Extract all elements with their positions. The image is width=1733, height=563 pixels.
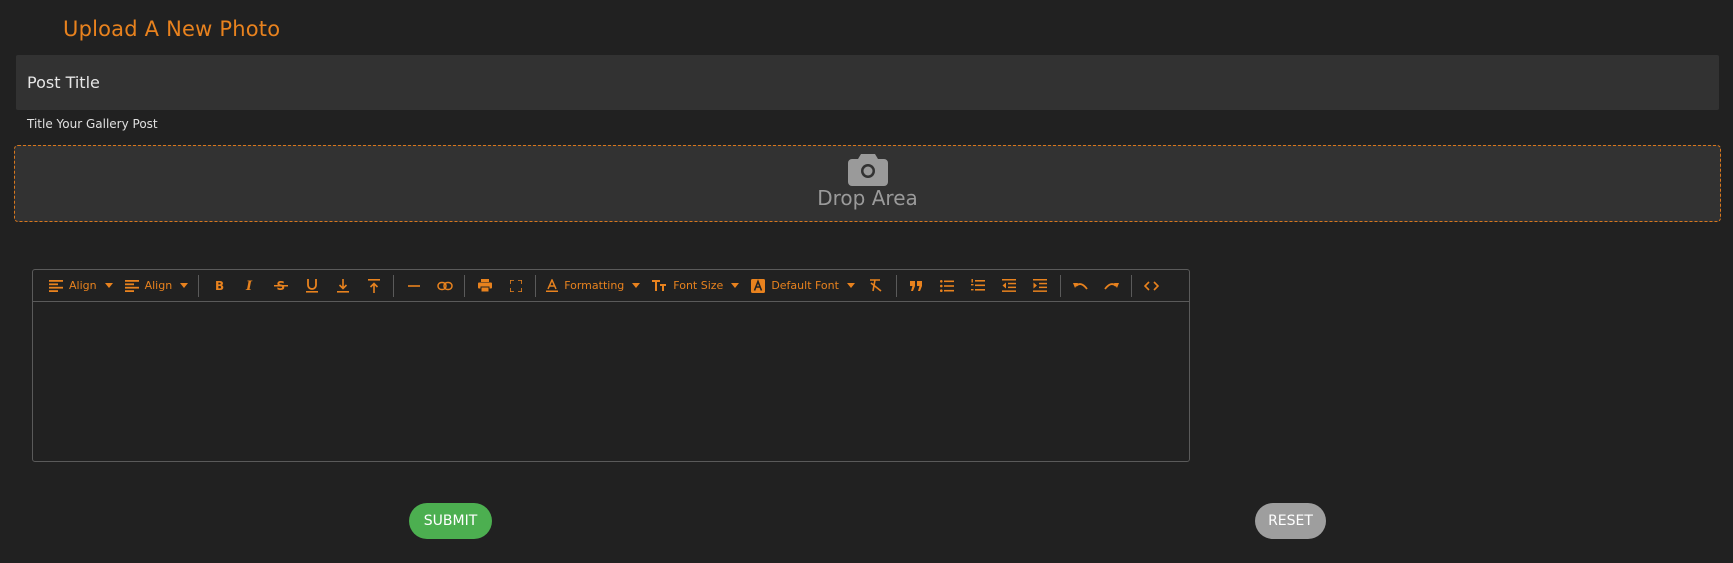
underline-icon — [305, 278, 318, 293]
numbered-list-button[interactable] — [963, 273, 994, 299]
toolbar-separator — [1130, 274, 1132, 297]
svg-text:B: B — [215, 279, 224, 292]
font-color-icon — [751, 278, 766, 293]
caret-down-icon — [632, 283, 641, 288]
print-button[interactable] — [469, 273, 500, 299]
align-dropdown-1[interactable]: Align — [43, 273, 119, 299]
indent-button[interactable] — [1025, 273, 1056, 299]
font-size-label: Font Size — [673, 279, 724, 292]
align-label: Align — [69, 279, 97, 292]
formatting-dropdown[interactable]: Formatting — [540, 273, 646, 299]
rich-text-editor: Align Align B I S Formatting Font Size D… — [32, 269, 1190, 462]
align-dropdown-2[interactable]: Align — [119, 273, 195, 299]
align-left-icon — [124, 279, 139, 292]
caret-down-icon — [104, 283, 113, 288]
toolbar-separator — [393, 274, 395, 297]
caret-down-icon — [731, 283, 740, 288]
camera-icon — [847, 154, 888, 186]
redo-button[interactable] — [1096, 273, 1127, 299]
link-button[interactable] — [429, 273, 460, 299]
superscript-icon — [367, 278, 380, 293]
indent-icon — [1033, 279, 1048, 292]
subscript-icon — [336, 278, 349, 293]
fullscreen-button[interactable] — [500, 273, 531, 299]
toolbar-separator — [535, 274, 537, 297]
fullscreen-icon — [509, 279, 522, 292]
strikethrough-button[interactable]: S — [265, 273, 296, 299]
undo-button[interactable] — [1065, 273, 1096, 299]
outdent-icon — [1002, 279, 1017, 292]
blockquote-icon — [909, 280, 922, 291]
numbered-list-icon — [971, 279, 986, 291]
editor-toolbar: Align Align B I S Formatting Font Size D… — [33, 270, 1189, 302]
font-size-icon — [652, 279, 667, 291]
underline-button[interactable] — [296, 273, 327, 299]
bullet-list-button[interactable] — [932, 273, 963, 299]
bold-icon: B — [215, 279, 224, 292]
font-family-dropdown[interactable]: Default Font — [745, 273, 861, 299]
toolbar-separator — [1059, 274, 1061, 297]
font-family-label: Default Font — [771, 279, 839, 292]
bold-button[interactable]: B — [203, 273, 234, 299]
post-title-input[interactable] — [16, 55, 1719, 110]
page-title: Upload A New Photo — [63, 17, 281, 41]
align-left-icon — [49, 279, 63, 292]
reset-button[interactable]: RESET — [1255, 503, 1326, 539]
link-icon — [436, 281, 453, 290]
post-title-helper-text: Title Your Gallery Post — [27, 117, 158, 131]
toolbar-separator — [895, 274, 897, 297]
toolbar-separator — [198, 274, 200, 297]
formatting-icon — [546, 279, 559, 292]
print-icon — [477, 279, 492, 292]
font-size-dropdown[interactable]: Font Size — [646, 273, 745, 299]
superscript-button[interactable] — [358, 273, 389, 299]
outdent-button[interactable] — [994, 273, 1025, 299]
clear-format-icon — [870, 279, 882, 292]
upload-photo-page: Upload A New Photo Title Your Gallery Po… — [0, 0, 1733, 563]
horizontal-rule-button[interactable] — [398, 273, 429, 299]
formatting-label: Formatting — [564, 279, 625, 292]
caret-down-icon — [180, 283, 189, 288]
italic-button[interactable]: I — [234, 273, 265, 299]
blockquote-button[interactable] — [901, 273, 932, 299]
code-view-button[interactable] — [1136, 273, 1167, 299]
align-label: Align — [144, 279, 173, 292]
photo-drop-area[interactable]: Drop Area — [14, 145, 1721, 222]
submit-button[interactable]: SUBMIT — [409, 503, 492, 539]
horizontal-rule-icon — [407, 284, 420, 287]
clear-format-button[interactable] — [861, 273, 892, 299]
italic-icon: I — [245, 279, 253, 292]
undo-icon — [1072, 282, 1088, 290]
redo-icon — [1104, 282, 1119, 290]
svg-text:I: I — [245, 279, 253, 292]
code-view-icon — [1143, 280, 1159, 291]
caret-down-icon — [846, 283, 855, 288]
drop-area-label: Drop Area — [817, 186, 918, 210]
editor-content-area[interactable] — [33, 302, 1189, 461]
strikethrough-icon: S — [273, 279, 288, 292]
subscript-button[interactable] — [327, 273, 358, 299]
bullet-list-icon — [940, 279, 955, 292]
toolbar-separator — [464, 274, 466, 297]
